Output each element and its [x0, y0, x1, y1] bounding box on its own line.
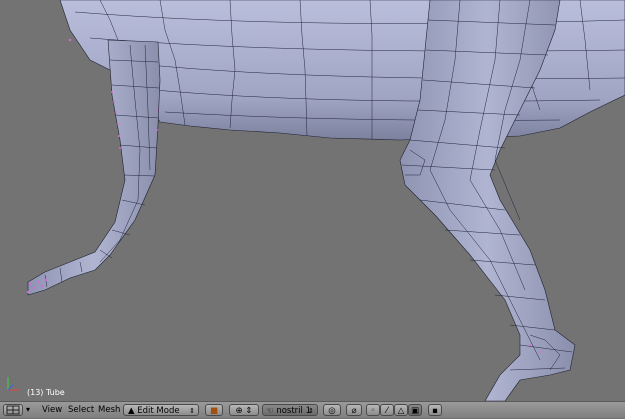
dropdown-arrow-icon: ⇕ — [189, 407, 195, 415]
viewport-header: ▾ View Select Mesh ▲ Edit Mode ⇕ ■ ⊕ ⇕ ☜… — [0, 401, 625, 418]
menu-view[interactable]: View — [40, 404, 64, 416]
menu-select[interactable]: Select — [66, 404, 96, 416]
collapse-arrow-icon[interactable]: ▾ — [26, 404, 36, 416]
edge-select-icon[interactable]: ⁄ — [380, 404, 394, 416]
front-leg-mesh — [27, 39, 161, 296]
mesh-render[interactable] — [0, 0, 625, 401]
draw-type-icon[interactable]: ■ — [205, 404, 223, 416]
editor-type-icon[interactable] — [3, 404, 23, 416]
snap-icon[interactable]: ⌀ — [346, 404, 362, 416]
3d-viewport[interactable]: (13) Tube — [0, 0, 625, 401]
hand-icon: ☜ — [266, 406, 274, 416]
render-icon[interactable]: ▪ — [428, 404, 442, 416]
face-select-icon[interactable]: △ — [394, 404, 408, 416]
object-info-label: (13) Tube — [27, 388, 65, 397]
proportional-icon[interactable]: ◎ — [323, 404, 341, 416]
dropdown-arrow-icon: ⇕ — [308, 407, 314, 415]
occlude-icon[interactable]: ▣ — [408, 404, 422, 416]
mode-label: Edit Mode — [137, 406, 180, 416]
mode-dropdown[interactable]: ▲ Edit Mode ⇕ — [123, 404, 199, 416]
mode-icon: ▲ — [128, 406, 135, 416]
layer-field-value: nostril 1 — [276, 406, 312, 416]
layer-dropdown[interactable]: ☜ nostril 1 ⇕ — [262, 404, 318, 416]
vertex-select-icon[interactable]: ◦ — [366, 404, 380, 416]
pivot-icon[interactable]: ⊕ ⇕ — [229, 404, 259, 416]
menu-mesh[interactable]: Mesh — [96, 404, 122, 416]
